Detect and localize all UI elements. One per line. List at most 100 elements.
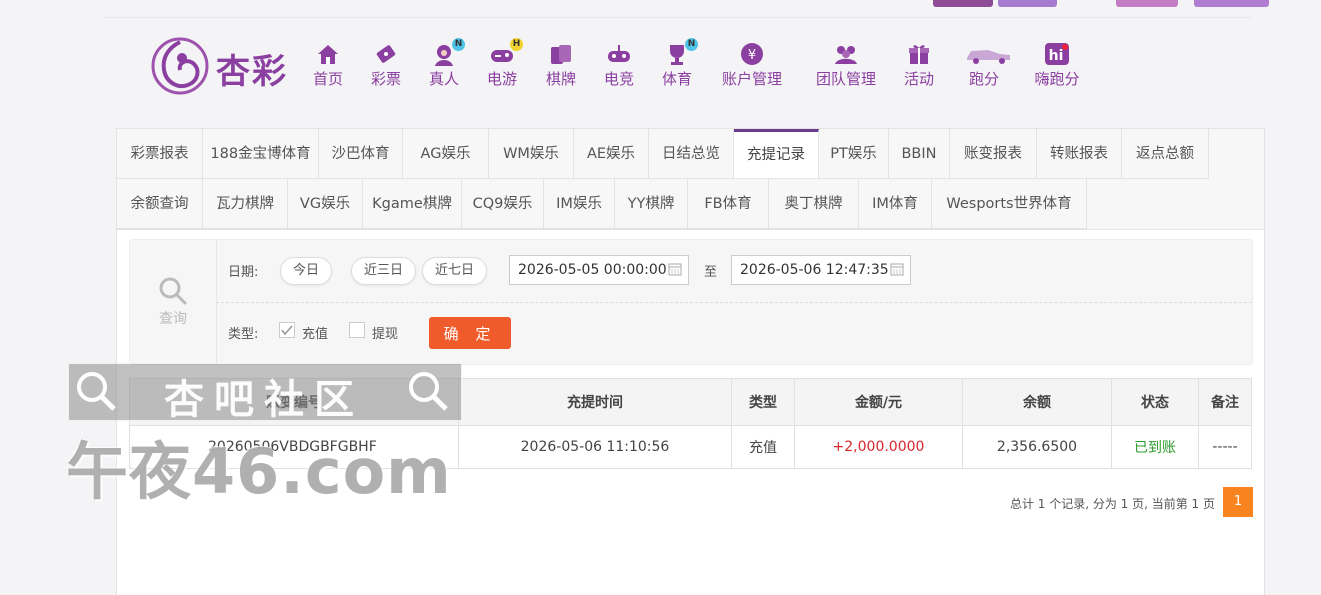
tab-r2-9[interactable]: IM体育 bbox=[859, 179, 932, 229]
nav-item-6[interactable]: N 体育 bbox=[661, 38, 698, 89]
nav-item-10[interactable]: 跑分 bbox=[966, 42, 1010, 89]
tab-r2-1[interactable]: 瓦力棋牌 bbox=[203, 179, 288, 229]
col-note-header: 备注 bbox=[1198, 378, 1252, 426]
withdraw-checkbox[interactable] bbox=[349, 322, 365, 338]
tab-r2-5[interactable]: IM娱乐 bbox=[544, 179, 615, 229]
recharge-checkbox[interactable] bbox=[279, 322, 295, 338]
record-time: 2026-05-06 11:10:56 bbox=[458, 425, 732, 469]
page-1-button[interactable]: 1 bbox=[1223, 487, 1253, 517]
nav-label: 电竞 bbox=[603, 70, 634, 88]
tab-r1-11[interactable]: 转账报表 bbox=[1037, 129, 1122, 179]
tab-r1-0[interactable]: 彩票报表 bbox=[117, 129, 203, 179]
tab-r2-3[interactable]: Kgame棋牌 bbox=[363, 179, 462, 229]
svg-text:hi: hi bbox=[1049, 48, 1064, 64]
cards-icon bbox=[548, 42, 574, 66]
hi-logo-icon: hi bbox=[1044, 42, 1070, 66]
recharge-label: 充值 bbox=[302, 327, 329, 342]
tab-r1-5[interactable]: AE娱乐 bbox=[574, 129, 649, 179]
tab-r2-10[interactable]: Wesports世界体育 bbox=[932, 179, 1087, 229]
tab-r1-3[interactable]: AG娱乐 bbox=[403, 129, 489, 179]
tab-r1-1[interactable]: 188金宝博体育 bbox=[203, 129, 319, 179]
col-id-header: 账变编号 bbox=[129, 378, 459, 426]
lottery-ticket-icon bbox=[373, 42, 399, 66]
top-button-b[interactable] bbox=[1194, 0, 1269, 7]
gift-icon bbox=[906, 42, 932, 66]
magnifier-icon bbox=[77, 372, 116, 411]
pagination-summary: 总计 1 个记录, 分为 1 页, 当前第 1 页 bbox=[1009, 497, 1215, 511]
checkmark-icon bbox=[281, 325, 293, 336]
col-amount-header: 金额/元 bbox=[794, 378, 963, 426]
tab-r2-2[interactable]: VG娱乐 bbox=[288, 179, 363, 229]
type-label: 类型: bbox=[228, 327, 259, 342]
nav-item-11[interactable]: hi 嗨跑分 bbox=[1033, 42, 1081, 89]
record-type: 充值 bbox=[731, 425, 795, 469]
nav-item-0[interactable]: 首页 bbox=[313, 42, 343, 89]
calendar-icon[interactable] bbox=[890, 262, 904, 276]
tab-r1-6[interactable]: 日结总览 bbox=[649, 129, 734, 179]
search-icon bbox=[159, 277, 187, 305]
top-button-login[interactable] bbox=[933, 0, 993, 7]
nav-label: 体育 bbox=[661, 70, 692, 88]
top-button-register[interactable] bbox=[998, 0, 1057, 7]
calendar-icon[interactable] bbox=[668, 262, 682, 276]
quick-3days-button[interactable]: 近三日 bbox=[351, 257, 417, 285]
type-row: 类型: 充值 提现 确 定 bbox=[216, 302, 1252, 364]
tab-r1-8[interactable]: PT娱乐 bbox=[819, 129, 889, 179]
nav-label: 真人 bbox=[428, 70, 459, 88]
tab-r2-7[interactable]: FB体育 bbox=[688, 179, 769, 229]
nav-item-4[interactable]: 棋牌 bbox=[545, 42, 577, 89]
nav-item-2[interactable]: N 真人 bbox=[428, 38, 465, 89]
nav-label: 跑分 bbox=[968, 70, 999, 88]
top-bar bbox=[0, 0, 1321, 18]
nav-item-1[interactable]: 彩票 bbox=[370, 42, 402, 89]
tab-r1-2[interactable]: 沙巴体育 bbox=[319, 129, 403, 179]
logo-emblem-icon bbox=[151, 37, 209, 95]
tab-r2-4[interactable]: CQ9娱乐 bbox=[462, 179, 544, 229]
nav-label: 彩票 bbox=[370, 70, 401, 88]
live-dealer-icon: N bbox=[431, 38, 465, 66]
top-button-a[interactable] bbox=[1116, 0, 1178, 7]
tab-r2-6[interactable]: YY棋牌 bbox=[615, 179, 688, 229]
site-logo[interactable]: 杏彩 bbox=[150, 36, 300, 96]
tab-r2-0[interactable]: 余额查询 bbox=[117, 179, 203, 229]
withdraw-label: 提现 bbox=[372, 327, 399, 342]
nav-label: 团队管理 bbox=[815, 70, 876, 88]
tab-r1-9[interactable]: BBIN bbox=[889, 129, 950, 179]
nav-label: 账户管理 bbox=[721, 70, 782, 88]
col-time-header: 充提时间 bbox=[458, 378, 732, 426]
table-row: 20260506VBDGBFGBHF 2026-05-06 11:10:56 充… bbox=[129, 425, 1252, 469]
yen-coin-icon: ¥ bbox=[739, 42, 765, 66]
nav-item-9[interactable]: 活动 bbox=[903, 42, 935, 89]
gamepad-icon: H bbox=[489, 38, 523, 66]
query-button[interactable]: 查询 bbox=[130, 240, 217, 364]
car-icon bbox=[966, 42, 1012, 66]
table-header-row: 账变编号 充提时间 类型 金额/元 余额 状态 备注 bbox=[129, 378, 1252, 426]
nav-badge: N bbox=[685, 38, 698, 51]
query-form: 查询 日期: 今日 近三日 近七日 2026-05-05 00:00:00 至 … bbox=[129, 239, 1253, 365]
quick-today-button[interactable]: 今日 bbox=[280, 257, 333, 285]
report-tabs: 彩票报表 188金宝博体育 沙巴体育 AG娱乐 WM娱乐 AE娱乐 日结总览 充提记录 PT娱乐… bbox=[117, 129, 1264, 230]
quick-7days-button[interactable]: 近七日 bbox=[422, 257, 488, 285]
tab-recharge-records[interactable]: 充提记录 bbox=[734, 129, 819, 179]
team-icon bbox=[833, 42, 859, 66]
record-note: ----- bbox=[1198, 425, 1252, 469]
start-date-input[interactable]: 2026-05-05 00:00:00 bbox=[509, 255, 689, 285]
tab-r1-10[interactable]: 账变报表 bbox=[950, 129, 1037, 179]
nav-badge: N bbox=[452, 38, 465, 51]
nav-item-3[interactable]: H 电游 bbox=[486, 38, 523, 89]
pagination: 总计 1 个记录, 分为 1 页, 当前第 1 页 1 bbox=[853, 487, 1253, 517]
confirm-button[interactable]: 确 定 bbox=[429, 317, 511, 349]
nav-label: 活动 bbox=[903, 70, 934, 88]
nav-item-8[interactable]: 团队管理 bbox=[812, 42, 880, 89]
record-status: 已到账 bbox=[1111, 425, 1199, 469]
nav-label: 棋牌 bbox=[545, 70, 576, 88]
tab-r1-12[interactable]: 返点总额 bbox=[1122, 129, 1209, 179]
nav-label: 嗨跑分 bbox=[1034, 70, 1080, 88]
end-date-input[interactable]: 2026-05-06 12:47:35 bbox=[731, 255, 911, 285]
tab-r2-8[interactable]: 奥丁棋牌 bbox=[769, 179, 859, 229]
nav-item-7[interactable]: ¥ 账户管理 bbox=[720, 42, 784, 89]
home-icon bbox=[315, 42, 341, 66]
nav-item-5[interactable]: 电竞 bbox=[603, 42, 635, 89]
nav-badge: H bbox=[510, 38, 523, 51]
tab-r1-4[interactable]: WM娱乐 bbox=[489, 129, 574, 179]
